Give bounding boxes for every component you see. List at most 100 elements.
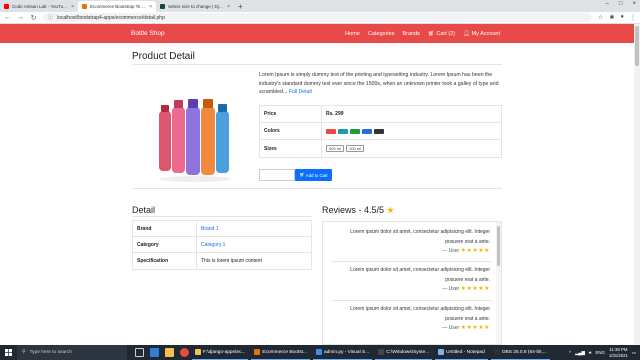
close-icon[interactable]: × — [227, 4, 230, 10]
color-swatch[interactable] — [350, 128, 360, 134]
taskbar-app-label: admin.py - Visual S... — [323, 349, 370, 355]
language-indicator[interactable]: ENG — [596, 350, 605, 355]
brand-link[interactable]: Bottle Shop — [131, 30, 165, 37]
tab-title: Select size to change | Django a — [168, 4, 224, 9]
profile-icon[interactable]: ● — [620, 14, 624, 21]
page-title: Product Detail — [132, 51, 195, 62]
nav-cart[interactable]: 🛒︎ Cart (2) — [428, 31, 455, 37]
forward-icon[interactable]: → — [17, 14, 24, 21]
product-image — [159, 99, 231, 182]
page-scrollbar[interactable] — [634, 24, 640, 345]
list-item: Lorem ipsum dolor sit amet, consectetur … — [330, 266, 490, 295]
browser-tab[interactable]: Select size to change | Django a × — [156, 1, 234, 12]
review-text: Lorem ipsum dolor sit amet, consectetur … — [350, 306, 490, 312]
color-swatches — [322, 123, 501, 139]
clock-time: 11:39 PM — [609, 347, 628, 352]
browser-actions: ☆ ✱ ● ⋮ — [598, 14, 636, 21]
clock[interactable]: 11:39 PM 1/31/2021 — [609, 347, 628, 358]
new-tab-icon[interactable]: + — [238, 1, 243, 12]
close-icon[interactable]: × — [71, 4, 74, 10]
bottle-red — [159, 105, 171, 171]
reviews-title-text: Reviews - 4.5/5 — [322, 205, 385, 215]
bottle-orange — [201, 99, 215, 175]
review-author: — User — [442, 286, 460, 292]
volume-icon[interactable]: 🔊︎ — [589, 350, 592, 355]
maximize-icon[interactable]: □ — [619, 1, 623, 7]
windows-taskbar: ⚲ Type here to search F:\django-apps\ec.… — [0, 345, 640, 360]
divider — [331, 300, 491, 301]
search-icon: ⚲ — [22, 350, 26, 355]
review-text: Lorem ipsum dolor sit amet, consectetur … — [350, 229, 490, 235]
extensions-icon[interactable]: ✱ — [609, 14, 614, 21]
chrome-icon[interactable] — [180, 348, 189, 357]
taskbar-app-label: Ecommerce Bootst... — [262, 349, 307, 355]
bottle-pink — [172, 100, 185, 173]
tab-title: Code Artisan Lab - YouTube — [12, 4, 69, 9]
menu-icon[interactable]: ⋮ — [630, 14, 636, 21]
taskbar-apps: F:\django-apps\ec... Ecommerce Bootst... a… — [189, 345, 550, 360]
taskbar-app[interactable]: C:\Windows\Syste... — [375, 345, 433, 360]
close-window-icon[interactable]: × — [632, 1, 636, 7]
detail-title: Detail — [132, 205, 156, 215]
taskbar-app[interactable]: OBS 25.0.8 (64-bit,... — [490, 345, 550, 360]
color-swatch[interactable] — [338, 128, 348, 134]
taskbar-search[interactable]: ⚲ Type here to search — [17, 345, 127, 360]
taskbar-app[interactable]: F:\django-apps\ec... — [192, 345, 249, 360]
app-icon — [378, 349, 385, 355]
nav-categories[interactable]: Categories — [368, 31, 395, 37]
app-icon — [493, 349, 500, 355]
app-icon — [254, 349, 261, 355]
colors-row: Colors — [260, 123, 501, 140]
nav-home[interactable]: Home — [345, 31, 360, 37]
size-option-500ml[interactable]: 500 ml — [326, 145, 345, 152]
category-link[interactable]: Category 1 — [197, 237, 311, 252]
app-icon — [195, 349, 201, 355]
page-favicon-icon — [82, 4, 87, 9]
reviews-list[interactable]: Lorem ipsum dolor sit amet, consectetur … — [322, 221, 502, 345]
file-explorer-icon[interactable] — [165, 348, 174, 357]
task-view-icon[interactable] — [135, 348, 144, 357]
network-icon[interactable]: ▂▄▆ — [575, 350, 585, 356]
brand-link[interactable]: Brand 1 — [197, 221, 311, 236]
taskbar-app[interactable]: admin.py - Visual S... — [312, 345, 373, 360]
nav-account[interactable]: 👤︎ My Account — [463, 31, 500, 37]
color-swatch[interactable] — [362, 128, 372, 134]
reload-icon[interactable]: ↻ — [30, 14, 37, 22]
notification-icon[interactable]: ▭ — [632, 350, 636, 356]
size-option-100ml[interactable]: 100 ml — [346, 145, 365, 152]
url-field[interactable]: ⓘ localhost/bootstrap4-apps/ecommerce/de… — [43, 13, 592, 22]
app-icon — [315, 349, 322, 355]
taskbar-app[interactable]: Ecommerce Bootst... — [251, 345, 310, 360]
edge-icon[interactable] — [150, 348, 159, 357]
star-icon[interactable]: ☆ — [598, 14, 603, 21]
browser-tab-active[interactable]: Ecommerce Bootstrap Template × — [78, 1, 156, 12]
reviews-title: Reviews - 4.5/5 ★ — [322, 205, 395, 216]
list-item: Lorem ipsum dolor sit amet, consectetur … — [330, 228, 490, 257]
price-row: Price Rs. 299 — [260, 106, 501, 123]
review-author: — User — [442, 325, 460, 331]
taskbar-app-label: F:\django-apps\ec... — [203, 349, 246, 355]
scrollbar-thumb[interactable] — [497, 226, 500, 266]
nav-brands[interactable]: Brands — [402, 31, 419, 37]
reviews-scrollbar[interactable] — [496, 222, 501, 344]
rating-stars-icon: ★★★★★ — [460, 248, 490, 254]
windows-start-icon[interactable] — [0, 345, 17, 360]
divider — [132, 64, 502, 65]
info-icon[interactable]: ⓘ — [48, 14, 53, 21]
close-icon[interactable]: × — [149, 4, 152, 10]
price-label: Price — [260, 106, 322, 122]
back-icon[interactable]: ← — [4, 14, 11, 21]
color-swatch[interactable] — [326, 128, 336, 134]
sizes-label: Sizes — [260, 140, 322, 157]
scrollbar-thumb[interactable] — [635, 26, 639, 66]
chevron-up-icon[interactable]: ^ — [569, 350, 571, 355]
browser-tabbar: Code Artisan Lab - YouTube × Ecommerce B… — [0, 0, 640, 12]
color-swatch[interactable] — [374, 128, 384, 134]
minimize-icon[interactable]: – — [606, 1, 609, 7]
add-to-cart-button[interactable]: 🛒︎ Add to Cart — [295, 169, 332, 181]
django-icon — [160, 4, 165, 9]
taskbar-app[interactable]: Untitled - Notepad — [435, 345, 488, 360]
quantity-input[interactable] — [259, 169, 295, 181]
browser-tab[interactable]: Code Artisan Lab - YouTube × — [0, 1, 78, 12]
full-detail-link[interactable]: Full Detail — [289, 89, 312, 95]
